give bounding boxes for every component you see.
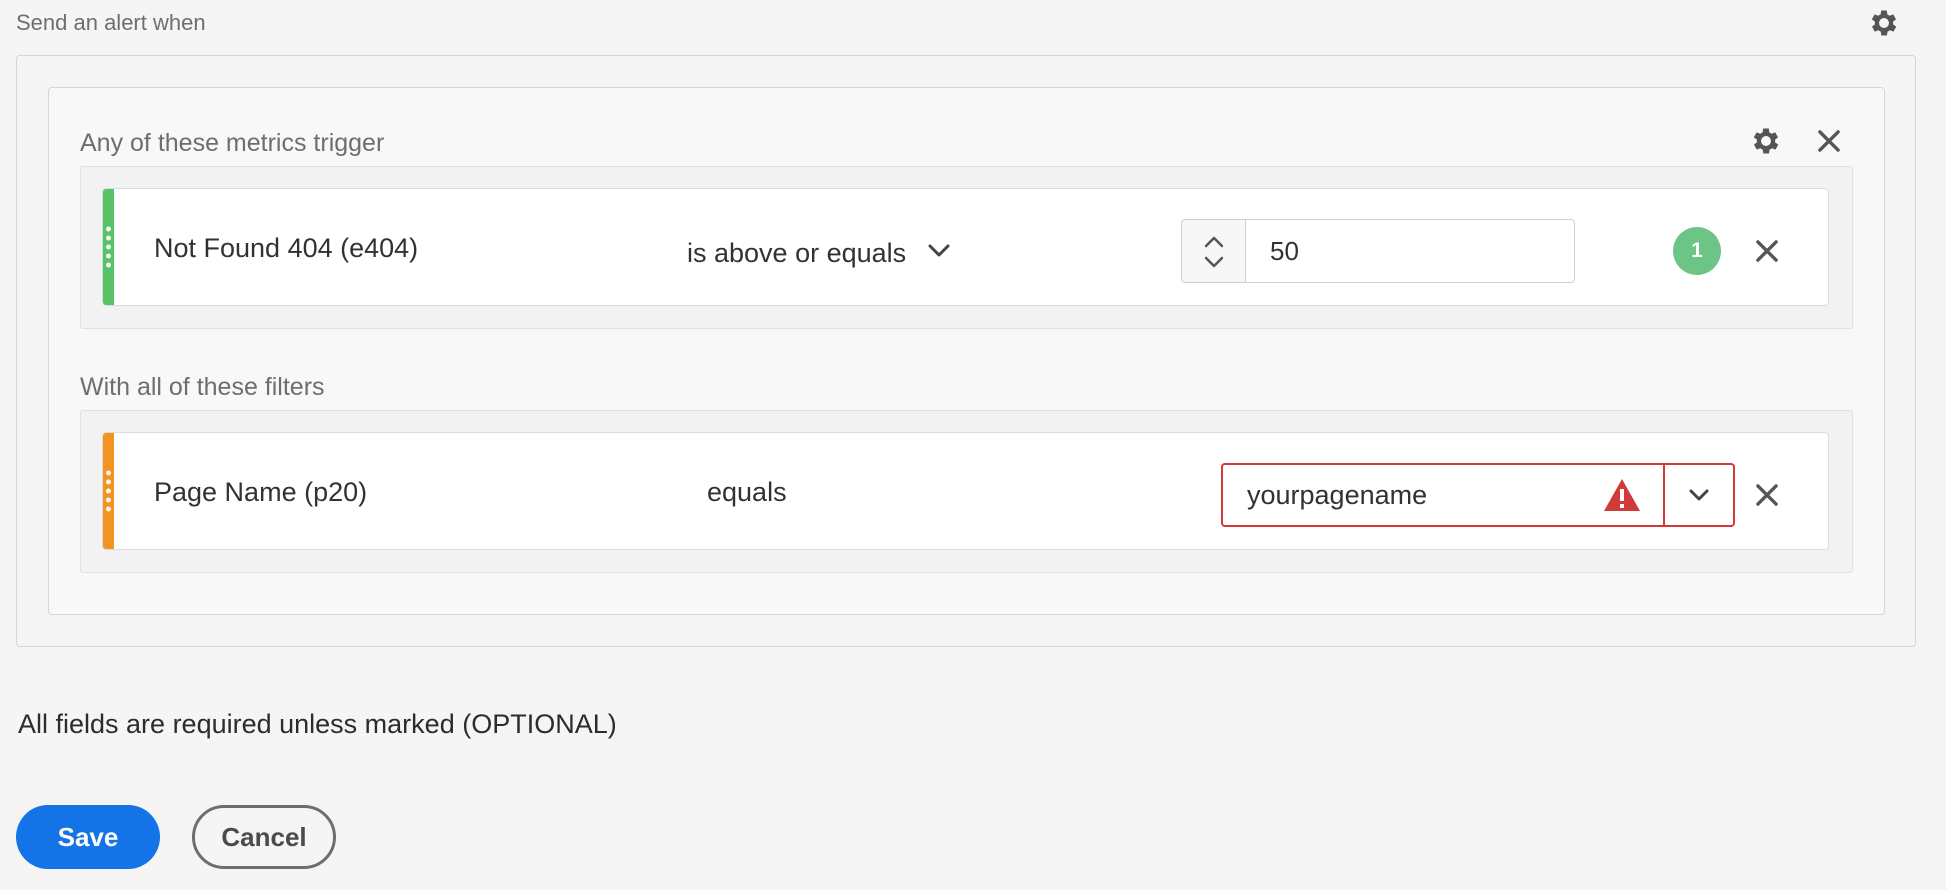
group-settings-gear-icon[interactable] xyxy=(1748,123,1784,159)
count-badge: 1 xyxy=(1673,227,1721,275)
metric-name: Not Found 404 (e404) xyxy=(154,233,419,263)
metrics-section-label: Any of these metrics trigger xyxy=(80,129,385,157)
filter-dimension: Page Name (p20) xyxy=(154,477,368,507)
drag-handle-icon[interactable] xyxy=(106,226,111,268)
remove-metric-close-icon[interactable] xyxy=(1750,234,1784,268)
filters-section-label: With all of these filters xyxy=(80,373,325,401)
save-button[interactable]: Save xyxy=(16,805,160,869)
remove-filter-close-icon[interactable] xyxy=(1750,478,1784,512)
chevron-down-icon xyxy=(928,244,950,263)
group-close-icon[interactable] xyxy=(1812,124,1846,158)
filter-value-input[interactable]: yourpagename xyxy=(1247,480,1427,511)
filter-value-combobox[interactable]: yourpagename xyxy=(1221,463,1735,527)
required-fields-hint: All fields are required unless marked (O… xyxy=(18,709,617,739)
gear-icon[interactable] xyxy=(1866,5,1902,41)
cancel-button[interactable]: Cancel xyxy=(192,805,336,869)
filter-operator: equals xyxy=(707,477,787,507)
stepper-arrows[interactable] xyxy=(1182,220,1246,282)
section-title: Send an alert when xyxy=(16,10,206,35)
threshold-value[interactable]: 50 xyxy=(1270,236,1299,267)
alert-warning-icon xyxy=(1603,477,1641,518)
combobox-chevron-down-icon[interactable] xyxy=(1665,465,1733,525)
threshold-stepper[interactable]: 50 xyxy=(1181,219,1575,283)
drag-handle-icon[interactable] xyxy=(106,470,111,512)
operator-dropdown[interactable]: is above or equals xyxy=(687,233,950,273)
operator-label: is above or equals xyxy=(687,237,907,268)
